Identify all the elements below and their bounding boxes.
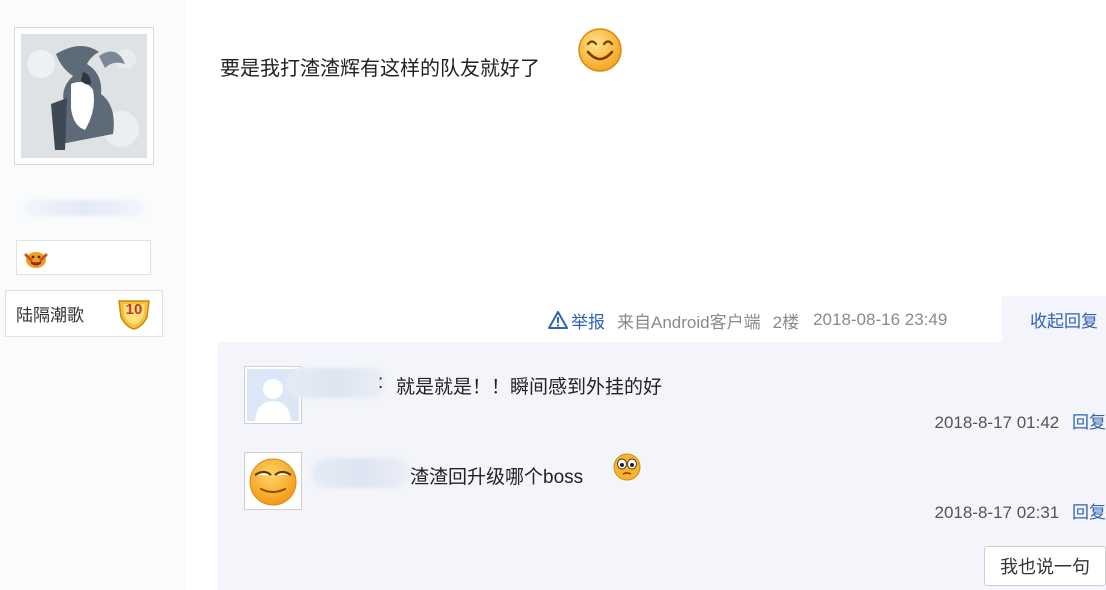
reply-meta: 2018-8-17 01:42 回复 bbox=[934, 408, 1106, 433]
reply-meta: 2018-8-17 02:31 回复 bbox=[934, 498, 1106, 523]
reply-time: 2018-8-17 01:42 bbox=[934, 413, 1060, 432]
client-source: 来自Android客户端 bbox=[617, 312, 761, 332]
author-avatar[interactable] bbox=[14, 27, 154, 165]
report-link[interactable]: 举报 bbox=[548, 308, 605, 333]
post-footer: 举报 来自Android客户端 2楼 2018-08-16 23:49 bbox=[548, 308, 947, 332]
squint-smiley-icon bbox=[247, 455, 299, 507]
level-badge-icon: 10 bbox=[116, 297, 152, 331]
level-number: 10 bbox=[125, 301, 143, 318]
warrior-avatar-image bbox=[21, 34, 147, 158]
forum-post-page: 陆隔潮歌 10 要是我打渣渣辉有这样的队友就好了 举报 来自Android客户端… bbox=[0, 0, 1106, 590]
list-item: 渣渣回升级哪个boss 2018-8-17 02:31 回复 bbox=[244, 452, 1106, 532]
reply-button[interactable]: 回复 bbox=[1072, 503, 1106, 522]
staring-eyes-icon bbox=[613, 453, 641, 481]
list-item: : 就是就是！！瞬间感到外挂的好 2018-8-17 01:42 回复 bbox=[244, 366, 1106, 446]
reply-username-blurred[interactable] bbox=[312, 458, 408, 488]
reply-text-prefix: : bbox=[378, 372, 384, 393]
cheer-emoticon-icon bbox=[24, 251, 48, 268]
author-badge-box bbox=[16, 240, 151, 275]
author-username-blurred[interactable] bbox=[24, 200, 144, 216]
post-body-text: 要是我打渣渣辉有这样的队友就好了 bbox=[220, 58, 540, 80]
reply-text: 渣渣回升级哪个boss bbox=[410, 467, 584, 488]
author-level-box[interactable]: 陆隔潮歌 10 bbox=[5, 290, 163, 337]
reply-button[interactable]: 回复 bbox=[1072, 413, 1106, 432]
level-title: 陆隔潮歌 bbox=[16, 306, 84, 325]
say-something-button[interactable]: 我也说一句 bbox=[984, 546, 1106, 586]
reply-text: 就是就是！！瞬间感到外挂的好 bbox=[396, 377, 663, 398]
warning-icon bbox=[548, 311, 568, 329]
report-label: 举报 bbox=[571, 312, 605, 332]
collapse-replies-button[interactable]: 收起回复 bbox=[1002, 296, 1106, 342]
reply-username-blurred[interactable] bbox=[286, 368, 386, 398]
reply-time: 2018-8-17 02:31 bbox=[934, 503, 1060, 522]
grin-smiley-icon bbox=[578, 28, 622, 72]
author-sidebar: 陆隔潮歌 10 bbox=[0, 0, 186, 590]
reply-list: : 就是就是！！瞬间感到外挂的好 2018-8-17 01:42 回复 渣渣回升… bbox=[218, 342, 1106, 590]
floor-number: 2楼 bbox=[772, 312, 800, 332]
smiley-avatar[interactable] bbox=[244, 452, 302, 510]
post-timestamp: 2018-08-16 23:49 bbox=[813, 310, 948, 329]
